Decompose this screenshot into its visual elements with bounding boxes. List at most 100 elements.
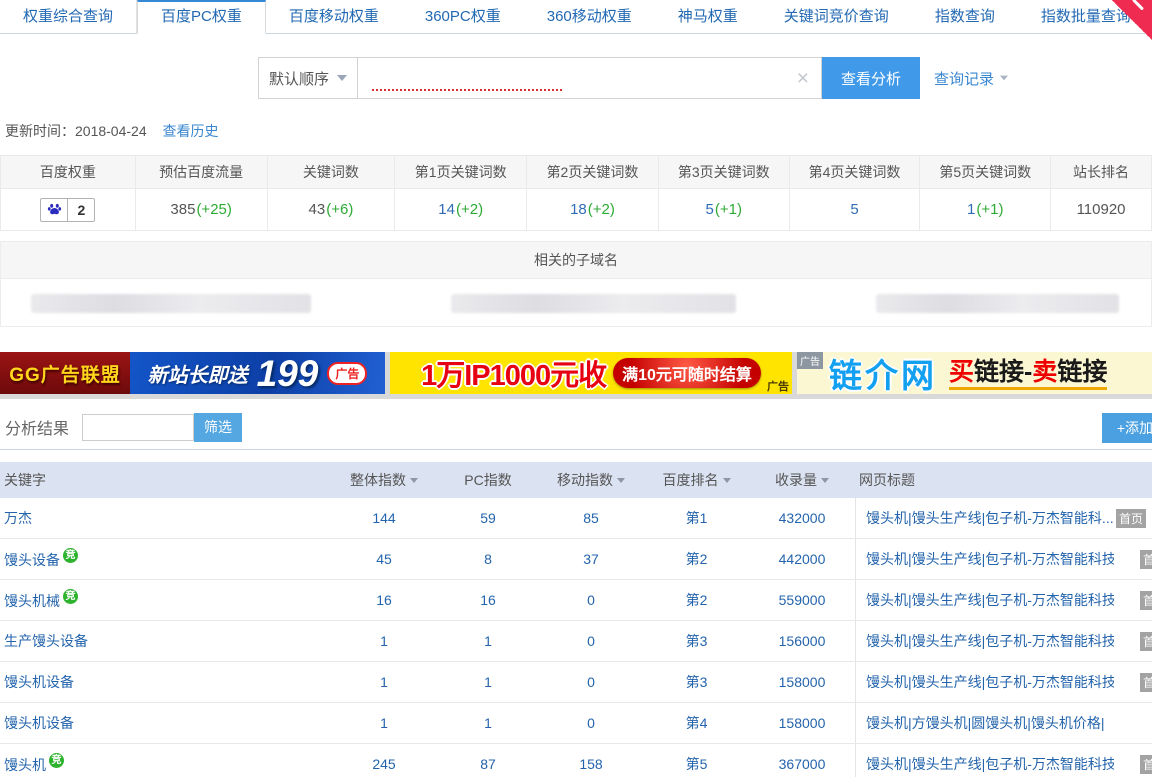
index-count-cell[interactable]: 156000 — [749, 633, 855, 649]
column-header-6[interactable]: 收录量 — [749, 470, 855, 490]
ad-banner-gg-alliance[interactable]: GG广告联盟 新站长即送 199 广告 — [0, 352, 385, 394]
pc-index-cell[interactable]: 1 — [438, 715, 538, 731]
tab-7[interactable]: 关键词竞价查询 — [761, 0, 912, 33]
filter-button[interactable]: 筛选 — [194, 413, 242, 442]
overall-index-cell[interactable]: 45 — [330, 551, 438, 567]
index-count-cell[interactable]: 158000 — [749, 715, 855, 731]
mobile-index-cell[interactable]: 85 — [538, 510, 644, 526]
baidu-rank-cell[interactable]: 第1 — [644, 508, 749, 528]
keyword-cell[interactable]: 馒头机设备 — [0, 672, 330, 692]
mobile-index-cell[interactable]: 0 — [538, 674, 644, 690]
keyword-cell[interactable]: 馒头机竞 — [0, 753, 330, 775]
tab-5[interactable]: 360移动权重 — [524, 0, 655, 33]
stats-value-cell[interactable]: 18(+2) — [527, 188, 659, 230]
keyword-cell[interactable]: 馒头机设备 — [0, 713, 330, 733]
chevron-down-icon — [337, 75, 347, 81]
column-header-5[interactable]: 百度排名 — [644, 470, 749, 490]
corner-ribbon[interactable] — [1112, 0, 1152, 40]
page-title-link[interactable]: 馒头机|馒头生产线|包子机-万杰智能科技股份... — [866, 754, 1114, 774]
subdomain-link-blurred[interactable] — [31, 294, 311, 313]
tab-1[interactable]: 权重综合查询 — [0, 0, 137, 33]
overall-index-cell[interactable]: 245 — [330, 756, 438, 772]
keyword-cell[interactable]: 馒头机械竞 — [0, 589, 330, 611]
column-header-4[interactable]: 移动指数 — [538, 470, 644, 490]
overall-index-cell[interactable]: 1 — [330, 715, 438, 731]
pc-index-cell[interactable]: 1 — [438, 674, 538, 690]
overall-index-cell[interactable]: 1 — [330, 633, 438, 649]
baidu-rank-cell[interactable]: 第2 — [644, 549, 749, 569]
pc-index-cell[interactable]: 59 — [438, 510, 538, 526]
subdomain-link-blurred[interactable] — [876, 294, 1119, 313]
bidding-badge-icon: 竞 — [63, 548, 78, 563]
pc-index-cell[interactable]: 87 — [438, 756, 538, 772]
index-count-cell[interactable]: 559000 — [749, 592, 855, 608]
column-header-2[interactable]: 整体指数 — [330, 470, 438, 490]
ribbon-check-icon — [1132, 0, 1144, 11]
subdomains-list — [1, 279, 1151, 326]
keyword-table: 关键字整体指数PC指数移动指数百度排名收录量网页标题 万杰1445985第143… — [0, 462, 1152, 777]
keyword-cell[interactable]: 馒头设备竞 — [0, 548, 330, 570]
mobile-index-cell[interactable]: 0 — [538, 715, 644, 731]
baidu-rank-cell[interactable]: 第3 — [644, 631, 749, 651]
stats-value-cell[interactable]: 385(+25) — [136, 188, 268, 230]
tab-4[interactable]: 360PC权重 — [402, 0, 524, 33]
ad3-text: 买链接-卖链接 — [949, 357, 1107, 390]
tab-3[interactable]: 百度移动权重 — [266, 0, 402, 33]
tab-6[interactable]: 神马权重 — [655, 0, 761, 33]
pc-index-cell[interactable]: 1 — [438, 633, 538, 649]
keyword-cell[interactable]: 生产馒头设备 — [0, 631, 330, 651]
query-record-link[interactable]: 查询记录 — [934, 68, 1009, 89]
page-title-link[interactable]: 馒头机|方馒头机|圆馒头机|馒头机价格| — [866, 713, 1105, 733]
index-count-cell[interactable]: 367000 — [749, 756, 855, 772]
view-history-link[interactable]: 查看历史 — [163, 123, 219, 139]
page-title-link[interactable]: 馒头机|馒头生产线|包子机-万杰智能科技股份... — [866, 549, 1114, 569]
stats-value-cell[interactable]: 1(+1) — [920, 188, 1051, 230]
stats-value-cell[interactable]: 5 — [790, 188, 921, 230]
index-count-cell[interactable]: 442000 — [749, 551, 855, 567]
sort-caret-icon — [410, 478, 418, 483]
subdomain-link-blurred[interactable] — [451, 294, 736, 313]
analyze-button[interactable]: 查看分析 — [822, 57, 920, 99]
overall-index-cell[interactable]: 16 — [330, 592, 438, 608]
baidu-rank-cell[interactable]: 第2 — [644, 590, 749, 610]
tab-2[interactable]: 百度PC权重 — [137, 0, 266, 34]
page-title-link[interactable]: 馒头机|馒头生产线|包子机-万杰智能科技股份... — [866, 590, 1114, 610]
filter-input[interactable] — [82, 414, 194, 441]
stats-value-cell[interactable]: 5(+1) — [659, 188, 790, 230]
query-input[interactable]: × — [358, 57, 822, 99]
pc-index-cell[interactable]: 8 — [438, 551, 538, 567]
bidding-badge-icon: 竞 — [63, 589, 78, 604]
ad1-text: 新站长即送 — [148, 359, 248, 388]
baidu-rank-cell[interactable]: 第3 — [644, 672, 749, 692]
pc-index-cell[interactable]: 16 — [438, 592, 538, 608]
page-title-link[interactable]: 馒头机|馒头生产线|包子机-万杰智能科技股份... — [866, 672, 1114, 692]
add-button[interactable]: +添加 — [1102, 413, 1152, 443]
mobile-index-cell[interactable]: 158 — [538, 756, 644, 772]
ad-banner-link-market[interactable]: 广告 链介网 买链接-卖链接 — [797, 352, 1152, 394]
baidu-rank-badge[interactable]: 2 — [40, 198, 95, 222]
sort-order-select[interactable]: 默认顺序 — [258, 57, 358, 99]
keyword-cell[interactable]: 万杰 — [0, 508, 330, 528]
index-count-cell[interactable]: 432000 — [749, 510, 855, 526]
mobile-index-cell[interactable]: 0 — [538, 633, 644, 649]
page-title-cell: 馒头机|方馒头机|圆馒头机|馒头机价格| — [855, 703, 1152, 743]
keyword-row: 馒头机设备110第4158000馒头机|方馒头机|圆馒头机|馒头机价格| — [0, 703, 1152, 744]
mobile-index-cell[interactable]: 37 — [538, 551, 644, 567]
baidu-rank-cell[interactable]: 第5 — [644, 754, 749, 774]
tab-8[interactable]: 指数查询 — [912, 0, 1018, 33]
update-time-label: 更新时间：2018-04-24 — [5, 123, 147, 139]
overall-index-cell[interactable]: 144 — [330, 510, 438, 526]
clear-icon[interactable]: × — [797, 68, 809, 89]
column-header-3: PC指数 — [438, 470, 538, 490]
homepage-tag: 首页 — [1140, 632, 1152, 651]
mobile-index-cell[interactable]: 0 — [538, 592, 644, 608]
page-title-link[interactable]: 馒头机|馒头生产线|包子机-万杰智能科...-河... — [866, 508, 1114, 528]
ad-banner-ip-buy[interactable]: 1万IP1000元收 满10元可随时结算 广告 — [390, 352, 792, 394]
page-title-link[interactable]: 馒头机|馒头生产线|包子机-万杰智能科技股份... — [866, 631, 1114, 651]
baidu-rank-cell[interactable]: 第4 — [644, 713, 749, 733]
stats-value-cell[interactable]: 14(+2) — [395, 188, 527, 230]
index-count-cell[interactable]: 158000 — [749, 674, 855, 690]
stats-value-cell[interactable]: 43(+6) — [268, 188, 396, 230]
keyword-row: 生产馒头设备110第3156000馒头机|馒头生产线|包子机-万杰智能科技股份.… — [0, 621, 1152, 662]
overall-index-cell[interactable]: 1 — [330, 674, 438, 690]
